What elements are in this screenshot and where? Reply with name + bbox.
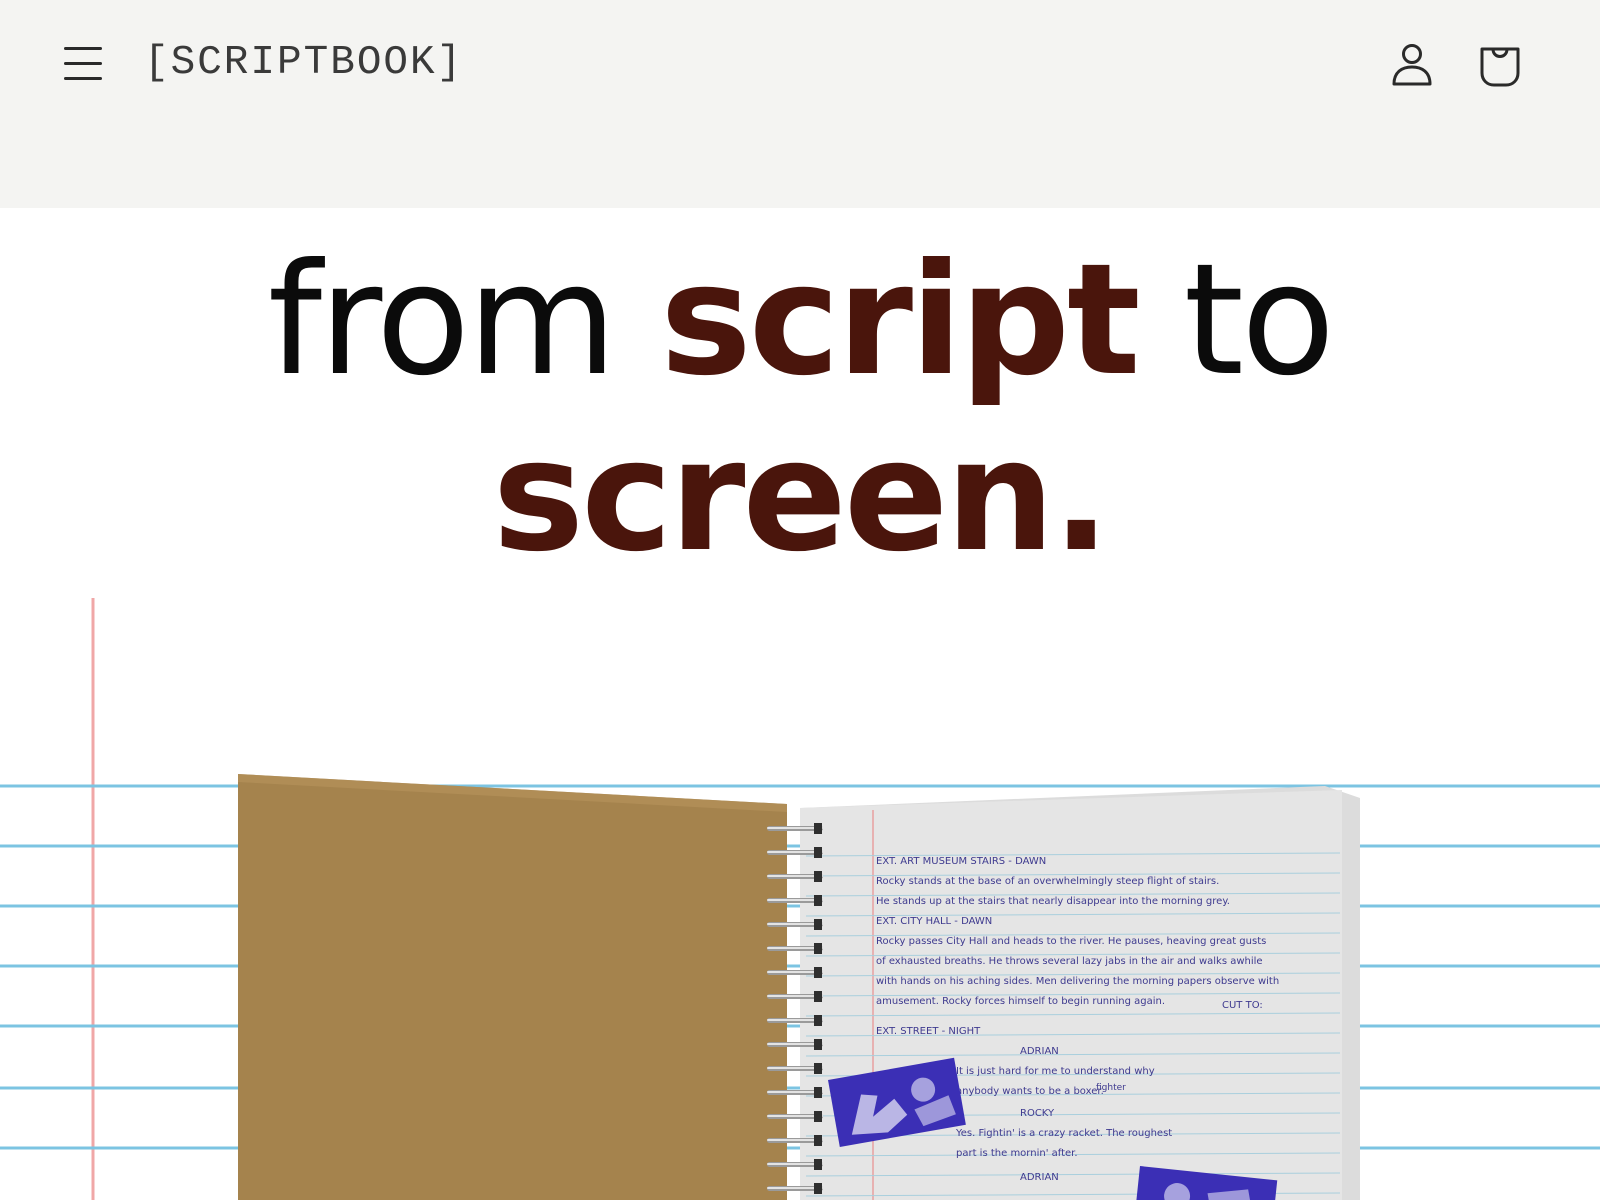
- spiral-hole: [814, 895, 822, 906]
- headline-word-to: to: [1183, 231, 1336, 410]
- script-page-line: part is the mornin' after.: [956, 1148, 1078, 1159]
- script-page-line: of exhausted breaths. He throws several …: [876, 956, 1263, 967]
- shopping-bag-icon[interactable]: [1476, 40, 1524, 88]
- spiral-hole: [814, 967, 822, 978]
- hamburger-menu-icon[interactable]: [64, 44, 102, 82]
- spiral-hole: [814, 847, 822, 858]
- spiral-hole: [814, 1135, 822, 1146]
- brand-logo-link[interactable]: [SCRIPTBOOK]: [144, 40, 463, 86]
- script-page-line: ADRIAN: [1020, 1046, 1059, 1057]
- headline-line-1: from script to: [0, 230, 1600, 412]
- spiral-hole: [814, 1087, 822, 1098]
- script-page-line: anybody wants to be a boxer.: [956, 1086, 1104, 1097]
- headline-word-script: script: [660, 231, 1141, 410]
- script-page-line: EXT. ART MUSEUM STAIRS - DAWN: [876, 856, 1046, 867]
- script-page-line: CUT TO:: [1222, 1000, 1263, 1011]
- script-page-line: EXT. CITY HALL - DAWN: [876, 916, 992, 927]
- script-page-line: He stands up at the stairs that nearly d…: [876, 896, 1230, 907]
- spiral-hole: [814, 1183, 822, 1194]
- notebook-illustration: EXT. ART MUSEUM STAIRS - DAWN Rocky stand…: [0, 588, 1600, 1204]
- site-header: [SCRIPTBOOK]: [0, 0, 1600, 208]
- spiral-hole: [814, 1039, 822, 1050]
- script-page-line: It is just hard for me to understand why: [956, 1066, 1155, 1077]
- script-page-line: Rocky stands at the base of an overwhelm…: [876, 876, 1219, 887]
- notebook-kraft-cover: [238, 774, 787, 1200]
- user-account-icon[interactable]: [1388, 40, 1436, 88]
- spiral-hole: [814, 823, 822, 834]
- script-page-line: ROCKY: [1020, 1108, 1055, 1119]
- script-page-line: with hands on his aching sides. Men deli…: [876, 976, 1279, 987]
- spiral-hole: [814, 1159, 822, 1170]
- script-page-line: Rocky passes City Hall and heads to the …: [876, 936, 1266, 947]
- spiral-hole: [814, 919, 822, 930]
- script-page-line: EXT. STREET - NIGHT: [876, 1026, 981, 1037]
- headline-line-2: screen.: [492, 407, 1111, 586]
- spiral-hole: [814, 1111, 822, 1122]
- script-page-line: Yes. Fightin' is a crazy racket. The rou…: [955, 1128, 1172, 1139]
- spiral-hole: [814, 1063, 822, 1074]
- spiral-hole: [814, 1015, 822, 1026]
- script-page-line: ADRIAN: [1020, 1172, 1059, 1183]
- script-page-line: fighter: [1096, 1083, 1126, 1093]
- headline-word-from: from: [267, 231, 617, 410]
- spiral-hole: [814, 943, 822, 954]
- spiral-hole: [814, 991, 822, 1002]
- script-page-line: amusement. Rocky forces himself to begin…: [876, 996, 1165, 1007]
- spiral-hole: [814, 871, 822, 882]
- hero-image: EXT. ART MUSEUM STAIRS - DAWN Rocky stand…: [0, 588, 1600, 1204]
